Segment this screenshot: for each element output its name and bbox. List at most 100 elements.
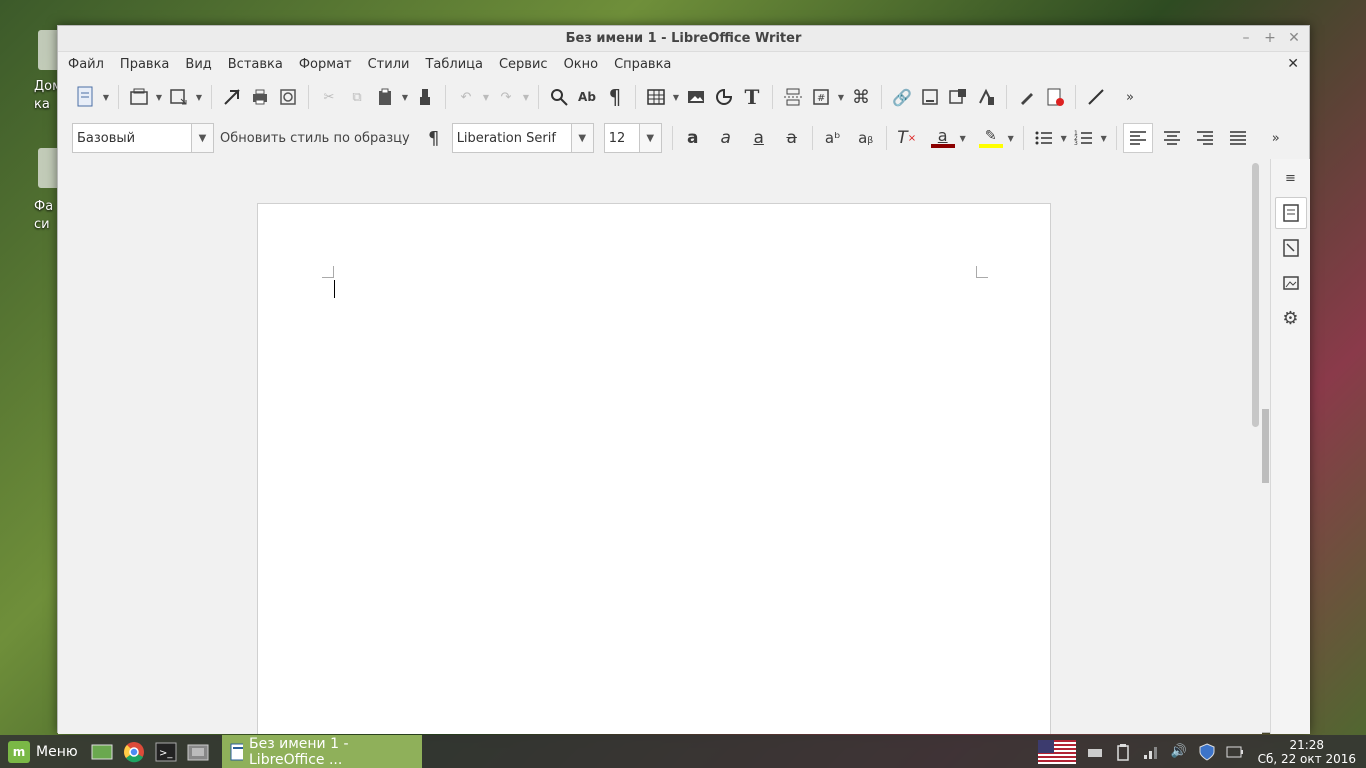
justify-icon[interactable] bbox=[1224, 124, 1252, 152]
line-icon[interactable] bbox=[1082, 83, 1110, 111]
formatting-marks-icon[interactable]: ¶ bbox=[601, 83, 629, 111]
keyboard-layout-flag-icon[interactable] bbox=[1037, 739, 1076, 764]
font-color-icon[interactable]: a bbox=[929, 124, 957, 152]
file-manager-icon[interactable] bbox=[185, 739, 211, 765]
menu-view[interactable]: Вид bbox=[177, 57, 219, 72]
track-changes-icon[interactable] bbox=[972, 83, 1000, 111]
insert-table-icon[interactable] bbox=[642, 83, 670, 111]
print-preview-icon[interactable] bbox=[274, 83, 302, 111]
undo-icon[interactable]: ↶ bbox=[452, 83, 480, 111]
minimize-button[interactable]: – bbox=[1239, 29, 1253, 47]
find-replace-icon[interactable] bbox=[545, 83, 573, 111]
numbered-list-icon[interactable]: 123 bbox=[1070, 124, 1098, 152]
chevron-down-icon[interactable]: ▼ bbox=[191, 124, 213, 152]
document-area[interactable] bbox=[58, 159, 1250, 734]
superscript-icon[interactable]: aᵇ bbox=[819, 124, 847, 152]
new-document-icon[interactable] bbox=[72, 83, 100, 111]
export-pdf-icon[interactable] bbox=[218, 83, 246, 111]
redo-icon[interactable]: ↷ bbox=[492, 83, 520, 111]
font-size-select[interactable]: 12 ▼ bbox=[603, 123, 662, 153]
highlight-color-icon[interactable]: ✎ bbox=[977, 124, 1005, 152]
cut-icon[interactable]: ✂ bbox=[315, 83, 343, 111]
gallery-icon[interactable] bbox=[1275, 267, 1307, 299]
paragraph-style-select[interactable]: Базовый ▼ bbox=[72, 123, 214, 153]
menu-help[interactable]: Справка bbox=[606, 57, 679, 72]
chevron-down-icon[interactable]: ▼ bbox=[570, 124, 593, 152]
align-left-icon[interactable] bbox=[1122, 123, 1153, 153]
chevron-down-icon[interactable]: ▼ bbox=[670, 83, 682, 111]
page-break-icon[interactable] bbox=[779, 83, 807, 111]
styles-icon[interactable] bbox=[1275, 232, 1307, 264]
align-right-icon[interactable] bbox=[1191, 124, 1219, 152]
battery-icon[interactable] bbox=[1226, 743, 1244, 761]
taskbar-item-writer[interactable]: Без имени 1 - LibreOffice ... bbox=[221, 735, 422, 768]
chevron-down-icon[interactable]: ▼ bbox=[1098, 124, 1110, 152]
more-icon[interactable]: » bbox=[1116, 83, 1144, 111]
chevron-down-icon[interactable]: ▼ bbox=[835, 83, 847, 111]
paste-icon[interactable] bbox=[371, 83, 399, 111]
chevron-down-icon[interactable]: ▼ bbox=[399, 83, 411, 111]
sidebar-menu-icon[interactable]: ≡ bbox=[1275, 162, 1307, 194]
open-icon[interactable] bbox=[125, 83, 153, 111]
navigator-icon[interactable]: ⚙ bbox=[1275, 302, 1307, 334]
chevron-down-icon[interactable]: ▼ bbox=[1005, 124, 1017, 152]
new-style-icon[interactable]: ¶ bbox=[420, 124, 448, 152]
maximize-button[interactable]: + bbox=[1263, 29, 1277, 47]
network-signal-icon[interactable] bbox=[1142, 743, 1160, 761]
menu-styles[interactable]: Стили bbox=[360, 57, 418, 72]
show-desktop-icon[interactable] bbox=[89, 739, 115, 765]
menu-insert[interactable]: Вставка bbox=[220, 57, 291, 72]
properties-icon[interactable] bbox=[1274, 197, 1307, 229]
clone-formatting-icon[interactable] bbox=[411, 83, 439, 111]
insert-chart-icon[interactable] bbox=[710, 83, 738, 111]
special-character-icon[interactable]: ⌘ bbox=[847, 83, 875, 111]
chevron-down-icon[interactable]: ▼ bbox=[638, 124, 661, 152]
start-menu-button[interactable]: m Меню bbox=[0, 740, 86, 763]
chrome-icon[interactable] bbox=[121, 739, 147, 765]
menu-format[interactable]: Формат bbox=[291, 57, 360, 72]
menu-window[interactable]: Окно bbox=[556, 57, 607, 72]
underline-icon[interactable]: a bbox=[745, 124, 773, 152]
chevron-down-icon[interactable]: ▼ bbox=[520, 83, 532, 111]
menu-tools[interactable]: Сервис bbox=[491, 57, 556, 72]
vertical-scrollbar[interactable] bbox=[1250, 159, 1262, 734]
volume-icon[interactable]: 🔊 bbox=[1170, 743, 1188, 761]
subscript-icon[interactable]: aᵦ bbox=[852, 124, 880, 152]
clipboard-icon[interactable] bbox=[1114, 743, 1132, 761]
footnote-icon[interactable] bbox=[916, 83, 944, 111]
bullet-list-icon[interactable] bbox=[1030, 124, 1058, 152]
clear-formatting-icon[interactable]: T × bbox=[893, 124, 921, 152]
document-page[interactable] bbox=[257, 203, 1051, 734]
chevron-down-icon[interactable]: ▼ bbox=[480, 83, 492, 111]
insert-field-icon[interactable]: # bbox=[807, 83, 835, 111]
copy-icon[interactable]: ⧉ bbox=[343, 83, 371, 111]
menu-edit[interactable]: Правка bbox=[112, 57, 177, 72]
chevron-down-icon[interactable]: ▼ bbox=[100, 83, 112, 111]
drive-icon[interactable] bbox=[1086, 743, 1104, 761]
more-icon[interactable]: » bbox=[1262, 124, 1290, 152]
update-shield-icon[interactable] bbox=[1198, 742, 1216, 761]
export-directly-icon[interactable] bbox=[1041, 83, 1069, 111]
bold-icon[interactable]: a bbox=[679, 124, 707, 152]
sidebar-handle[interactable] bbox=[1262, 409, 1269, 483]
menu-file[interactable]: Файл bbox=[60, 57, 112, 72]
terminal-icon[interactable]: >_ bbox=[153, 739, 179, 765]
hyperlink-icon[interactable]: 🔗 bbox=[888, 83, 916, 111]
chevron-down-icon[interactable]: ▼ bbox=[1058, 124, 1070, 152]
save-icon[interactable] bbox=[165, 83, 193, 111]
spelling-icon[interactable]: Ab bbox=[573, 83, 601, 111]
print-icon[interactable] bbox=[246, 83, 274, 111]
chevron-down-icon[interactable]: ▼ bbox=[957, 124, 969, 152]
align-center-icon[interactable] bbox=[1158, 124, 1186, 152]
title-bar[interactable]: Без имени 1 - LibreOffice Writer – + ✕ bbox=[58, 26, 1309, 52]
italic-icon[interactable]: a bbox=[712, 124, 740, 152]
comment-icon[interactable] bbox=[944, 83, 972, 111]
insert-image-icon[interactable] bbox=[682, 83, 710, 111]
font-name-select[interactable]: Liberation Serif ▼ bbox=[451, 123, 594, 153]
chevron-down-icon[interactable]: ▼ bbox=[193, 83, 205, 111]
chevron-down-icon[interactable]: ▼ bbox=[153, 83, 165, 111]
clock[interactable]: 21:28 Сб, 22 окт 2016 bbox=[1254, 738, 1360, 766]
draw-icon[interactable] bbox=[1013, 83, 1041, 111]
close-button[interactable]: ✕ bbox=[1287, 29, 1301, 47]
close-document-icon[interactable]: ✕ bbox=[1287, 56, 1299, 72]
